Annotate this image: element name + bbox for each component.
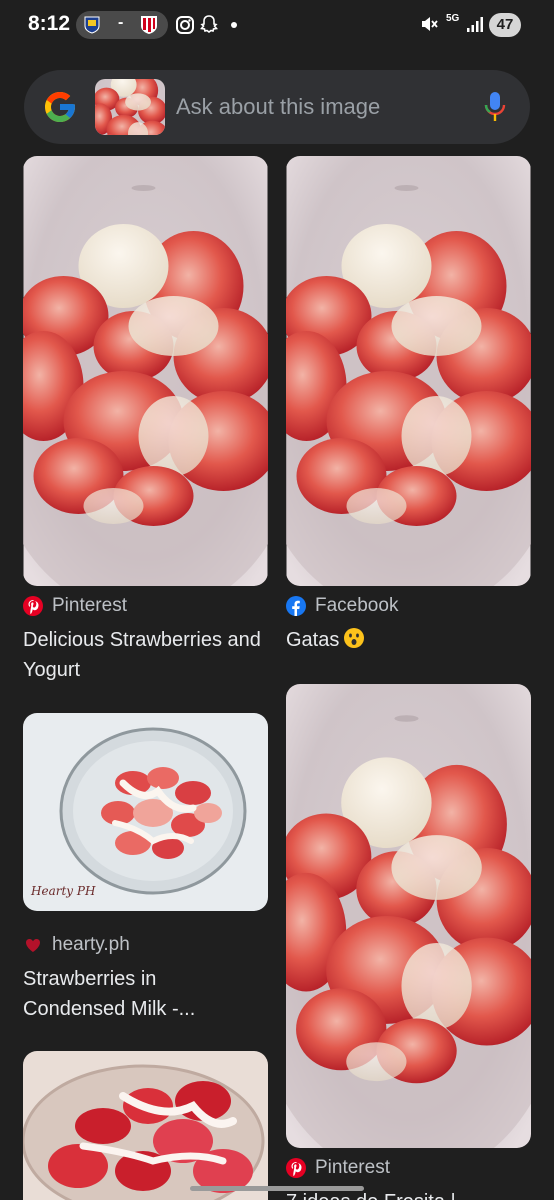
result-image[interactable]: Hearty PH xyxy=(23,713,268,911)
image-watermark: Hearty PH xyxy=(30,884,96,898)
facebook-icon xyxy=(286,596,306,616)
real-sociedad-crest-icon xyxy=(84,16,100,34)
astonished-emoji-icon xyxy=(344,628,365,648)
lens-search-bar[interactable]: Ask about this image xyxy=(24,70,530,144)
query-image-thumbnail[interactable] xyxy=(95,79,165,135)
result-image[interactable] xyxy=(23,156,268,586)
result-image[interactable] xyxy=(286,684,531,1148)
signal-icon xyxy=(467,17,483,32)
result-title-text: Delicious Strawberries and Yogurt xyxy=(23,629,261,681)
result-title-text: Gatas xyxy=(286,629,340,651)
result-image[interactable] xyxy=(23,1051,268,1200)
pill-separator: - xyxy=(118,14,124,31)
status-bar: 8:12 - 5G 47 xyxy=(0,0,554,52)
notification-pill[interactable]: - xyxy=(76,11,168,39)
result-title[interactable]: Gatas xyxy=(286,625,526,655)
instagram-icon xyxy=(176,16,194,34)
result-source[interactable]: Pinterest xyxy=(286,1156,390,1180)
status-time: 8:12 xyxy=(28,12,71,35)
athletic-club-crest-icon xyxy=(141,16,157,34)
result-source-name: Facebook xyxy=(315,595,399,616)
snapchat-icon xyxy=(200,15,218,33)
heart-icon xyxy=(26,939,40,952)
result-source[interactable]: hearty.ph xyxy=(23,933,130,957)
more-notifications-dot xyxy=(231,22,237,28)
result-image[interactable] xyxy=(286,156,531,586)
microphone-icon[interactable] xyxy=(484,91,506,123)
result-source-name: hearty.ph xyxy=(52,934,130,955)
pinterest-icon xyxy=(286,1158,306,1178)
search-placeholder[interactable]: Ask about this image xyxy=(176,94,380,120)
result-title[interactable]: Strawberries in Condensed Milk -... xyxy=(23,964,263,1024)
result-title-text: 7 ideas de Fresita | xyxy=(286,1191,456,1200)
google-logo-icon[interactable] xyxy=(42,89,78,125)
result-title[interactable]: Delicious Strawberries and Yogurt xyxy=(23,625,263,685)
result-source-name: Pinterest xyxy=(52,595,127,616)
result-title-text: Strawberries in Condensed Milk -... xyxy=(23,968,196,1020)
pinterest-icon xyxy=(23,596,43,616)
result-source[interactable]: Pinterest xyxy=(23,594,127,618)
battery-indicator: 47 xyxy=(489,13,521,37)
result-source-name: Pinterest xyxy=(315,1157,390,1178)
mute-icon xyxy=(422,17,438,31)
home-indicator[interactable] xyxy=(190,1186,364,1191)
network-type: 5G xyxy=(446,13,460,24)
result-source[interactable]: Facebook xyxy=(286,594,398,618)
